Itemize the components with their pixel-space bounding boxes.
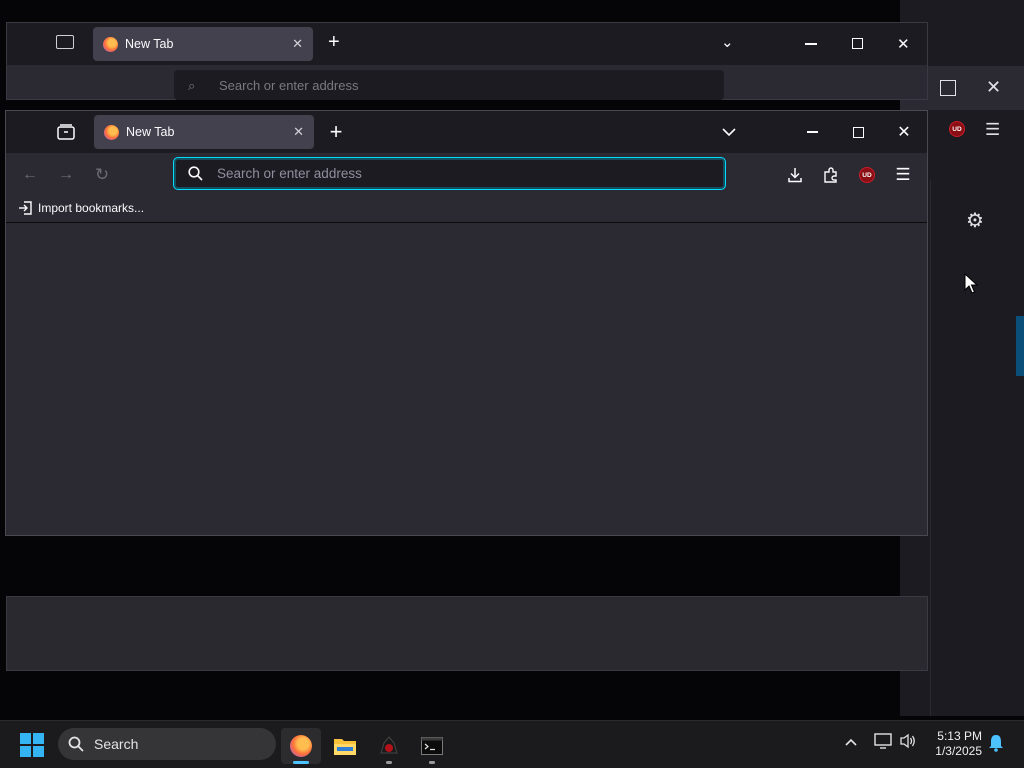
import-bookmarks-label: Import bookmarks... (38, 201, 145, 215)
maximize-icon[interactable] (940, 80, 956, 96)
minimize-icon[interactable] (805, 43, 817, 45)
page-content (6, 223, 927, 535)
clock-date: 1/3/2025 (935, 744, 982, 758)
chevron-up-icon (845, 738, 857, 746)
search-icon (188, 166, 203, 181)
ghost-window (6, 596, 928, 671)
close-window-button[interactable]: ✕ (888, 116, 920, 148)
back-button[interactable]: ← (14, 159, 46, 191)
address-bar[interactable] (173, 157, 726, 190)
running-indicator (429, 761, 435, 764)
network-icon[interactable] (874, 733, 892, 752)
tab-title: New Tab (125, 37, 174, 51)
windows-logo-icon (20, 733, 31, 744)
speaker-icon (900, 733, 915, 749)
hamburger-menu-icon: ☰ (895, 165, 911, 184)
taskbar-search[interactable]: Search (58, 728, 276, 760)
search-icon: ⌕ (188, 78, 196, 93)
ublock-origin-button[interactable]: UD (851, 159, 883, 191)
background-urlbar[interactable]: ⌕ Search or enter address (174, 70, 724, 100)
search-label: Search (94, 736, 139, 752)
windows-logo-pane (33, 733, 44, 744)
close-icon[interactable]: ✕ (986, 77, 1001, 98)
taskbar-app[interactable] (369, 728, 409, 764)
extensions-button[interactable] (815, 159, 847, 191)
firefox-view-icon[interactable] (56, 35, 74, 49)
arrow-right-icon: → (58, 166, 74, 183)
firefox-window: New Tab ✕ + ✕ ← → ↻ Search or enter addr… (5, 110, 928, 536)
clock-time: 5:13 PM (937, 729, 982, 743)
bookmarks-toolbar (6, 197, 927, 223)
address-input[interactable] (217, 166, 697, 181)
tab-title: New Tab (126, 125, 175, 139)
terminal-icon (421, 737, 443, 755)
mouse-cursor-icon (964, 273, 978, 294)
app-menu-button[interactable]: ☰ (887, 159, 919, 191)
arrow-left-icon: ← (22, 166, 38, 183)
ublock-icon: UD (859, 167, 875, 183)
close-icon[interactable]: ✕ (897, 35, 910, 53)
maximize-button[interactable] (842, 116, 874, 148)
running-indicator (386, 761, 392, 764)
windows-logo-pane (20, 746, 31, 757)
chevron-down-icon[interactable]: ⌄ (721, 33, 734, 51)
gear-icon[interactable]: ⚙ (966, 208, 984, 233)
maximize-icon (852, 126, 864, 138)
tab-bar: New Tab ✕ + ✕ (6, 111, 927, 153)
clock[interactable]: 5:13 PM 1/3/2025 (924, 729, 982, 759)
show-hidden-icons-button[interactable] (845, 733, 857, 749)
minimize-icon (806, 131, 818, 133)
tab-new-tab[interactable]: New Tab ✕ (94, 115, 314, 149)
app-icon (380, 736, 398, 754)
taskbar-file-explorer[interactable] (325, 728, 365, 764)
ublock-icon[interactable]: UD (949, 121, 965, 137)
start-button[interactable] (20, 733, 44, 757)
firefox-logo-icon (103, 36, 118, 52)
network-monitor-icon (874, 733, 892, 749)
volume-icon[interactable] (899, 733, 917, 752)
maximize-icon[interactable] (852, 38, 863, 49)
close-icon[interactable]: ✕ (293, 124, 304, 140)
bell-icon (989, 735, 1003, 752)
background-window-content (930, 180, 1024, 716)
windows-logo-pane (33, 746, 44, 757)
new-tab-button[interactable]: + (320, 116, 352, 148)
downloads-button[interactable] (779, 159, 811, 191)
hamburger-menu-icon[interactable]: ☰ (985, 120, 1000, 140)
reload-button[interactable]: ↻ (86, 159, 118, 191)
download-icon (788, 168, 802, 183)
firefox-view-icon (57, 124, 75, 140)
file-explorer-icon (334, 739, 356, 755)
close-icon[interactable]: ✕ (292, 36, 303, 52)
background-accent-strip (1016, 316, 1024, 376)
firefox-view-button[interactable] (50, 116, 82, 148)
import-bookmarks-button[interactable]: Import bookmarks... (18, 201, 144, 215)
puzzle-icon (824, 167, 837, 183)
notifications-button[interactable] (988, 734, 1004, 757)
urlbar-placeholder: Search or enter address (219, 78, 359, 93)
chevron-down-icon (722, 128, 736, 137)
firefox-icon (290, 735, 312, 757)
search-icon (68, 736, 84, 752)
taskbar-terminal[interactable] (412, 728, 452, 764)
minimize-button[interactable] (796, 116, 828, 148)
close-icon: ✕ (897, 124, 911, 141)
import-icon (19, 201, 32, 215)
list-all-tabs-button[interactable] (713, 116, 745, 148)
firefox-logo-icon (104, 124, 119, 140)
background-tab[interactable]: New Tab ✕ (93, 27, 313, 61)
reload-icon: ↻ (94, 165, 110, 184)
active-indicator (293, 761, 309, 764)
plus-icon: + (329, 119, 343, 144)
forward-button[interactable]: → (50, 159, 82, 191)
taskbar-firefox[interactable] (281, 728, 321, 764)
navigation-toolbar: ← → ↻ UD (6, 153, 927, 197)
new-tab-plus-icon[interactable]: + (328, 31, 340, 54)
